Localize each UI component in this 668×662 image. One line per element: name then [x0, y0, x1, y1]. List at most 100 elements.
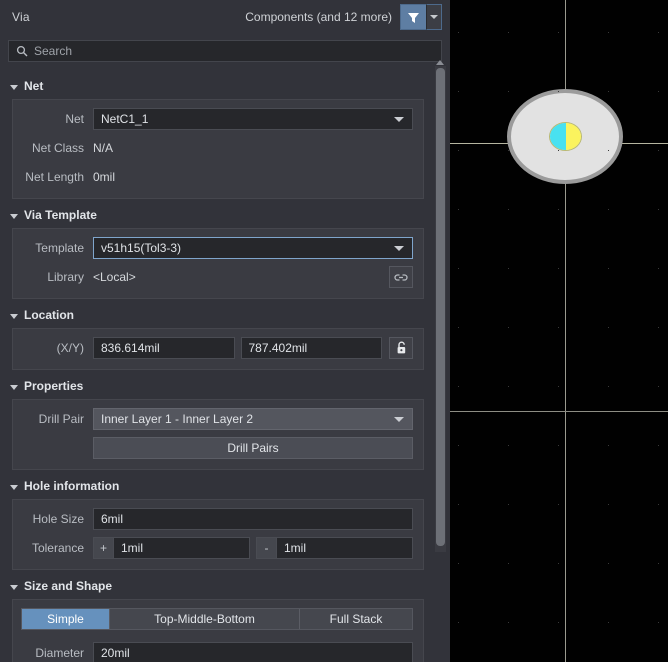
- location-row: (X/Y) 836.614mil 787.402mil: [21, 337, 413, 359]
- stack-mode-top-middle-bottom[interactable]: Top-Middle-Bottom: [110, 609, 300, 629]
- net-class-row: Net Class N/A: [21, 137, 413, 159]
- grid-dot: [458, 32, 459, 33]
- collapse-triangle-icon: [10, 213, 18, 219]
- lock-location-button[interactable]: [389, 337, 413, 359]
- stack-mode-row: Simple Top-Middle-Bottom Full Stack: [21, 608, 413, 630]
- x-coordinate-input[interactable]: 836.614mil: [93, 337, 235, 359]
- section-header-via-template[interactable]: Via Template: [0, 205, 434, 225]
- section-body-size-and-shape: Simple Top-Middle-Bottom Full Stack Diam…: [12, 599, 424, 662]
- section-title: Location: [24, 308, 74, 322]
- drill-pair-dropdown[interactable]: Inner Layer 1 - Inner Layer 2: [93, 408, 413, 430]
- search-bar[interactable]: [8, 40, 442, 62]
- tolerance-plus-value: 1mil: [121, 541, 144, 555]
- hole-size-value: 6mil: [101, 512, 124, 526]
- panel-scrollbar-track[interactable]: [435, 66, 446, 552]
- properties-scroll-content: Net Net NetC1_1 Net Class N/A Net Length…: [0, 70, 434, 662]
- tolerance-minus-sign: -: [256, 537, 276, 559]
- grid-dot: [558, 327, 559, 328]
- template-label: Template: [35, 241, 84, 255]
- section-title: Properties: [24, 379, 84, 393]
- net-row: Net NetC1_1: [21, 108, 413, 130]
- grid-dot: [608, 563, 609, 564]
- diameter-label: Diameter: [35, 646, 84, 660]
- grid-dot: [508, 268, 509, 269]
- grid-dot: [658, 268, 659, 269]
- x-value: 836.614mil: [101, 341, 160, 355]
- net-length-label: Net Length: [25, 170, 84, 184]
- scrollbar-up-arrow-icon[interactable]: [436, 60, 444, 65]
- grid-dot: [558, 622, 559, 623]
- filter-button[interactable]: [400, 4, 426, 30]
- section-header-net[interactable]: Net: [0, 76, 434, 96]
- grid-dot: [508, 504, 509, 505]
- grid-dot: [658, 563, 659, 564]
- library-label: Library: [47, 270, 84, 284]
- section-header-location[interactable]: Location: [0, 305, 434, 325]
- grid-dot: [458, 445, 459, 446]
- section-title: Size and Shape: [24, 579, 113, 593]
- template-value: v51h15(Tol3-3): [101, 241, 182, 255]
- tolerance-label: Tolerance: [31, 541, 84, 555]
- drill-pair-row: Drill Pair Inner Layer 1 - Inner Layer 2: [21, 408, 413, 430]
- grid-dot: [608, 445, 609, 446]
- section-header-hole-information[interactable]: Hole information: [0, 476, 434, 496]
- grid-dot: [658, 91, 659, 92]
- section-body-location: (X/Y) 836.614mil 787.402mil: [12, 328, 424, 370]
- tolerance-plus-input[interactable]: 1mil: [113, 537, 250, 559]
- grid-dot: [508, 327, 509, 328]
- grid-dot: [608, 622, 609, 623]
- grid-dot: [608, 327, 609, 328]
- section-header-properties[interactable]: Properties: [0, 376, 434, 396]
- net-class-label: Net Class: [31, 141, 84, 155]
- grid-dot: [608, 268, 609, 269]
- grid-dot: [458, 386, 459, 387]
- net-label: Net: [65, 112, 84, 126]
- chevron-down-icon: [394, 246, 404, 251]
- net-dropdown[interactable]: NetC1_1: [93, 108, 413, 130]
- grid-dot: [508, 209, 509, 210]
- diameter-input[interactable]: 20mil: [93, 642, 413, 662]
- section-body-via-template: Template v51h15(Tol3-3) Library <Local>: [12, 228, 424, 299]
- grid-dot: [458, 327, 459, 328]
- drill-pairs-button[interactable]: Drill Pairs: [93, 437, 413, 459]
- stack-mode-full-stack[interactable]: Full Stack: [300, 609, 412, 629]
- board-edge-line: [450, 411, 668, 412]
- grid-dot: [658, 386, 659, 387]
- chevron-down-icon: [430, 15, 438, 19]
- collapse-triangle-icon: [10, 84, 18, 90]
- panel-scrollbar-thumb[interactable]: [436, 68, 445, 546]
- y-value: 787.402mil: [248, 341, 308, 355]
- grid-dot: [658, 150, 659, 151]
- drill-pairs-button-row: Drill Pairs: [21, 437, 413, 459]
- hole-size-row: Hole Size 6mil: [21, 508, 413, 530]
- chain-link-icon: [394, 273, 408, 281]
- library-row: Library <Local>: [21, 266, 413, 288]
- library-value: <Local>: [93, 270, 136, 284]
- filter-dropdown-button[interactable]: [426, 4, 442, 30]
- grid-dot: [508, 563, 509, 564]
- grid-dot: [508, 622, 509, 623]
- y-coordinate-input[interactable]: 787.402mil: [240, 337, 382, 359]
- grid-dot: [658, 622, 659, 623]
- section-title: Hole information: [24, 479, 120, 493]
- collapse-triangle-icon: [10, 384, 18, 390]
- grid-dot: [608, 209, 609, 210]
- stack-mode-simple[interactable]: Simple: [22, 609, 110, 629]
- grid-dot: [508, 386, 509, 387]
- grid-dot: [508, 32, 509, 33]
- pcb-canvas[interactable]: [450, 0, 668, 662]
- tolerance-minus-input[interactable]: 1mil: [276, 537, 413, 559]
- grid-dot: [658, 504, 659, 505]
- template-dropdown[interactable]: v51h15(Tol3-3): [93, 237, 413, 259]
- grid-dot: [658, 445, 659, 446]
- hole-size-input[interactable]: 6mil: [93, 508, 413, 530]
- library-link-button[interactable]: [389, 266, 413, 288]
- search-input[interactable]: [34, 41, 441, 61]
- grid-dot: [458, 268, 459, 269]
- grid-dot: [608, 91, 609, 92]
- hole-size-label: Hole Size: [32, 512, 84, 526]
- net-class-value: N/A: [93, 141, 114, 155]
- via-hole[interactable]: [549, 122, 582, 151]
- section-header-size-and-shape[interactable]: Size and Shape: [0, 576, 434, 596]
- grid-dot: [658, 327, 659, 328]
